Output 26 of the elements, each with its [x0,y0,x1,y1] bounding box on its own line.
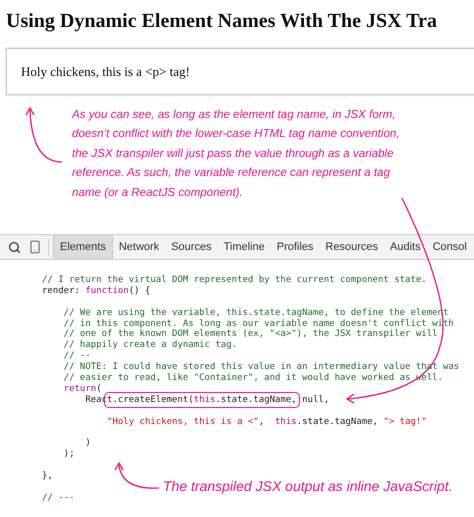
annotation-note: The transpiled JSX output as inline JavaScript. [163,478,452,494]
code-line: "Holy chickens, this is a <", this.state.tagName, "> tag!" [106,416,428,428]
devtools-tab[interactable]: Timeline [218,235,271,259]
phone-icon[interactable] [28,240,42,254]
code-line: render: function() { [42,286,152,297]
arrow-drawing [114,462,160,492]
devtools-tab[interactable]: Elements [53,235,113,259]
code-line: // I return the virtual DOM represented by the current component state. [42,275,428,286]
devtools-tab[interactable]: Network [112,235,166,259]
code-line: }, [42,471,54,482]
output-panel: Holy chickens, this is a <p> tag! [6,48,474,95]
search-icon[interactable] [8,240,21,254]
code-line: ); [62,449,76,460]
code-line: // one of the known DOM elements (ex, "<a>"), the JSX transpiler will [62,329,439,340]
code-line: ) [84,438,92,450]
code-line: return( [62,384,103,395]
code-line: // --- [42,492,76,504]
code-line: // -- [62,351,92,362]
code-line: // happily create a dynamic tag. [62,340,238,352]
devtools-tab[interactable]: Profiles [270,235,320,259]
annotation-note: As you can see, as long as the element tag name, in JSX form, doesn’t conflict with the lower-case HTML tag name convention, the JSX transpiler will just pass the value through as a variable reference. As such, the variable reference can represent a tag name (or a ReactJS component). [72,107,401,201]
devtools-tab[interactable]: Audits [384,235,427,259]
devtools-tab[interactable]: Resources [319,235,384,259]
devtools-tab[interactable]: Sources [165,235,218,259]
page-heading: Using Dynamic Element Names With The JSX Tra [5,9,438,34]
devtools-tab[interactable]: Consol [426,235,473,259]
